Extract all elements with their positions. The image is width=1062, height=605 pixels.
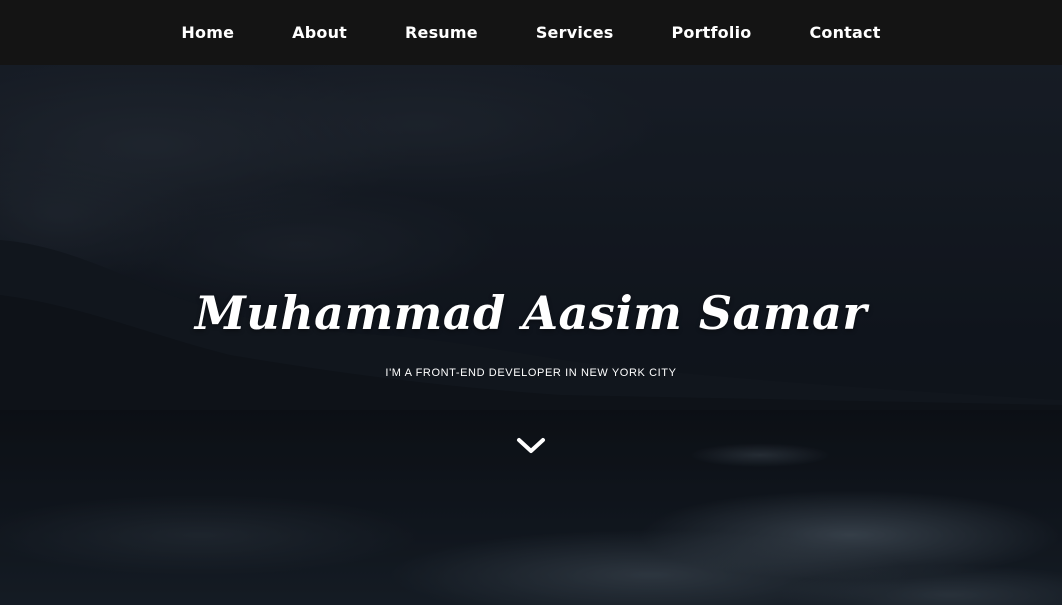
page: Home About Resume Services Portfolio Con… bbox=[0, 0, 1062, 605]
nav-item-services[interactable]: Services bbox=[536, 23, 614, 42]
nav-item-resume[interactable]: Resume bbox=[405, 23, 478, 42]
hero-subtitle: I'M A FRONT-END DEVELOPER IN NEW YORK CI… bbox=[385, 367, 677, 379]
nav-item-about[interactable]: About bbox=[292, 23, 347, 42]
nav-item-home[interactable]: Home bbox=[181, 23, 234, 42]
top-navigation: Home About Resume Services Portfolio Con… bbox=[0, 0, 1062, 65]
nav-item-contact[interactable]: Contact bbox=[809, 23, 880, 42]
hero-section: Muhammad Aasim Samar I'M A FRONT-END DEV… bbox=[0, 65, 1062, 605]
nav-list: Home About Resume Services Portfolio Con… bbox=[0, 0, 1062, 65]
hero-title: Muhammad Aasim Samar bbox=[194, 286, 868, 340]
hero-content: Muhammad Aasim Samar I'M A FRONT-END DEV… bbox=[0, 65, 1062, 605]
chevron-down-icon[interactable] bbox=[516, 435, 546, 457]
nav-item-portfolio[interactable]: Portfolio bbox=[671, 23, 751, 42]
